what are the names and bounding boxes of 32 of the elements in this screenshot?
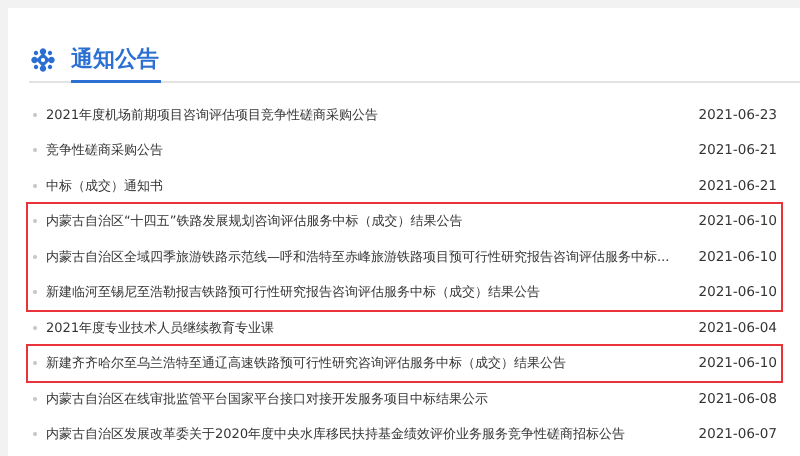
section-title: 通知公告 [71,38,161,82]
bullet-icon [33,290,37,294]
notice-date: 2021-06-10 [698,248,777,265]
notice-date: 2021-06-04 [698,320,777,336]
bullet-icon [33,254,37,259]
notice-link[interactable]: 内蒙古自治区“十四五”铁路发展规划咨询评估服务中标（成交）结果公告 [46,212,693,230]
notice-link[interactable]: 内蒙古自治区在线审批监管平台国家平台接口对接开发服务项目中标结果公示 [46,390,693,408]
bullet-icon [33,432,37,436]
notice-link[interactable]: 新建临河至锡尼至浩勒报吉铁路预可行性研究报告咨询评估服务中标（成交）结果公告 [46,283,693,302]
notice-link[interactable]: 中标（成交）通知书 [46,176,693,195]
notice-link[interactable]: 2021年度专业技术人员继续教育专业课 [46,318,693,337]
notice-date: 2021-06-23 [698,106,777,123]
bullet-icon [33,112,37,117]
ornament-icon [31,48,55,72]
notice-date: 2021-06-21 [698,178,777,194]
notice-date: 2021-06-08 [698,390,777,407]
bullet-icon [33,396,37,401]
notice-date: 2021-06-07 [698,426,777,442]
bullet-icon [33,219,37,224]
notice-date: 2021-06-10 [698,355,777,372]
bullet-icon [33,361,37,366]
notice-link[interactable]: 新建齐齐哈尔至乌兰浩特至通辽高速铁路预可行性研究咨询评估服务中标（成交）结果公告 [46,354,693,372]
bullet-icon [33,184,37,188]
notice-link[interactable]: 内蒙古自治区发展改革委关于2020年度中央水库移民扶持基金绩效评价业务服务竞争性磋商招标公告 [46,425,693,444]
notice-link[interactable]: 竞争性磋商采购公告 [46,141,693,160]
notice-date: 2021-06-10 [698,213,777,230]
notice-date: 2021-06-21 [698,142,777,158]
notice-date: 2021-06-10 [698,284,777,300]
notice-link[interactable]: 内蒙古自治区全域四季旅游铁路示范线—呼和浩特至赤峰旅游铁路项目预可行性研究报告咨询评估服务中标... [46,248,693,266]
notice-link[interactable]: 2021年度机场前期项目咨询评估项目竞争性磋商采购公告 [46,106,693,124]
bullet-icon [33,148,37,152]
bullet-icon [33,326,37,330]
